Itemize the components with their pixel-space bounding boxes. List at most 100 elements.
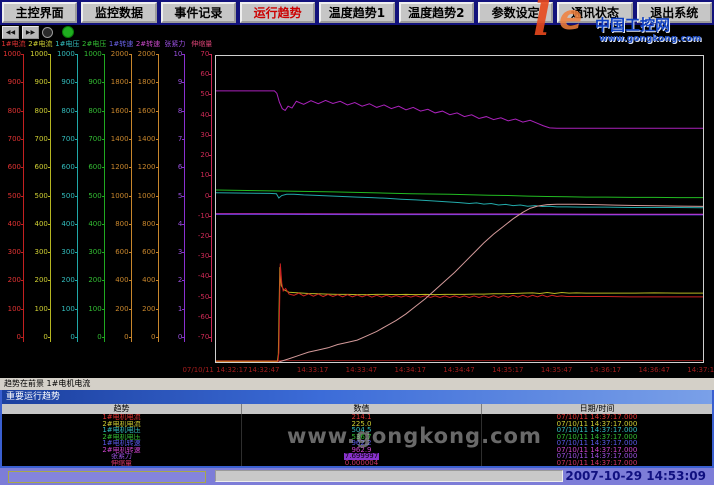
axis-tick-label: 400 — [27, 221, 48, 228]
axis-tick-mark — [21, 309, 24, 310]
axis-tick-mark — [129, 309, 132, 310]
value-axis-3: 2#电压10009008007006005004003002001000 — [81, 38, 108, 370]
axis-tick-mark — [102, 309, 105, 310]
axis-tick-label: 800 — [54, 108, 75, 115]
axis-tick-mark — [21, 224, 24, 225]
axis-tick-label: 500 — [27, 193, 48, 200]
axis-tick-mark — [21, 139, 24, 140]
axis-header: 2#电压 — [81, 39, 108, 49]
value-axis-2: 1#电压10009008007006005004003002001000 — [54, 38, 81, 370]
axis-tick-mark — [129, 111, 132, 112]
time-tick-label: 14:35:47 — [541, 366, 572, 374]
menu-button-5[interactable]: 温度趋势2 — [399, 2, 474, 23]
axis-tick-mark — [129, 139, 132, 140]
axis-tick-mark — [102, 82, 105, 83]
axis-tick-mark — [156, 337, 159, 338]
axis-tick-label: -70 — [188, 334, 209, 341]
axis-tick-mark — [21, 252, 24, 253]
axis-tick-mark — [182, 54, 185, 55]
axis-tick-label: 100 — [0, 306, 21, 313]
axis-tick-label: 1200 — [135, 164, 156, 171]
axis-tick-label: 1 — [161, 306, 182, 313]
axis-tick-mark — [182, 82, 185, 83]
axis-tick-label: 600 — [54, 164, 75, 171]
curve-张紧力 — [216, 91, 703, 128]
time-tick-label: 14:35:17 — [492, 366, 523, 374]
menu-button-7[interactable]: 通讯状态 — [557, 2, 632, 23]
axis-tick-label: 1800 — [135, 79, 156, 86]
axis-tick-label: 100 — [27, 306, 48, 313]
axis-tick-label: 200 — [27, 277, 48, 284]
legend-row-7[interactable]: 伸缩量0.00000407/10/11 14:37:17.000 — [2, 460, 712, 467]
fast-forward-button[interactable]: ▶▶ — [22, 26, 39, 39]
axis-tick-label: 7 — [161, 136, 182, 143]
axis-tick-mark — [75, 167, 78, 168]
axis-tick-label: 300 — [0, 249, 21, 256]
value-axis-5: 2#转速200018001600140012001000800600400200… — [135, 38, 162, 370]
axis-tick-label: 100 — [81, 306, 102, 313]
axis-tick-label: 500 — [0, 193, 21, 200]
axis-tick-label: 0 — [81, 334, 102, 341]
trend-datetime: 07/10/11 14:37:17.000 — [482, 460, 712, 467]
axis-tick-mark — [182, 167, 185, 168]
axis-tick-mark — [75, 224, 78, 225]
axis-tick-mark — [48, 280, 51, 281]
menu-button-4[interactable]: 温度趋势1 — [319, 2, 394, 23]
axis-tick-label: 200 — [108, 306, 129, 313]
axis-tick-label: 1200 — [108, 164, 129, 171]
menu-button-0[interactable]: 主控界面 — [2, 2, 77, 23]
axis-tick-label: 100 — [54, 306, 75, 313]
legend-table-body: 1#电机电流214.107/10/11 14:37:17.0002#电机电流22… — [2, 414, 712, 466]
trend-curves — [216, 56, 703, 362]
rewind-button[interactable]: ◀◀ — [2, 26, 19, 39]
axis-tick-mark — [21, 111, 24, 112]
trend-plot-area[interactable] — [215, 55, 704, 363]
axis-tick-label: 5 — [161, 193, 182, 200]
axis-line — [158, 55, 159, 342]
axis-tick-label: -40 — [188, 273, 209, 280]
axis-tick-mark — [209, 155, 212, 156]
status-bar: 2007-10-29 14:53:09 — [0, 468, 714, 485]
axis-tick-label: 10 — [161, 51, 182, 58]
axis-tick-label: 1000 — [0, 51, 21, 58]
axis-tick-mark — [102, 280, 105, 281]
stopwatch-icon[interactable] — [42, 27, 53, 38]
axis-tick-mark — [48, 337, 51, 338]
axis-tick-label: -60 — [188, 314, 209, 321]
menu-button-8[interactable]: 退出系统 — [637, 2, 712, 23]
axis-tick-label: -10 — [188, 213, 209, 220]
axis-tick-mark — [129, 280, 132, 281]
col-header-value: 数值 — [242, 404, 482, 414]
axis-tick-mark — [75, 111, 78, 112]
axis-tick-mark — [209, 216, 212, 217]
axis-tick-label: -20 — [188, 233, 209, 240]
axis-tick-label: 4 — [161, 221, 182, 228]
axis-tick-label: -30 — [188, 253, 209, 260]
axis-tick-label: 3 — [161, 249, 182, 256]
axis-tick-label: 1000 — [135, 193, 156, 200]
axis-tick-label: 30 — [188, 132, 209, 139]
menu-button-1[interactable]: 监控数据 — [81, 2, 156, 23]
axis-tick-label: 900 — [54, 79, 75, 86]
axis-tick-mark — [75, 252, 78, 253]
axis-tick-label: 60 — [188, 71, 209, 78]
axis-tick-mark — [21, 196, 24, 197]
axis-line — [131, 55, 132, 342]
axis-tick-mark — [156, 224, 159, 225]
axis-tick-mark — [48, 167, 51, 168]
menu-button-2[interactable]: 事件记录 — [161, 2, 236, 23]
axis-tick-mark — [48, 309, 51, 310]
menu-button-3[interactable]: 运行趋势 — [240, 2, 315, 23]
axis-tick-label: 10 — [188, 172, 209, 179]
axis-tick-label: 800 — [0, 108, 21, 115]
axis-tick-mark — [182, 280, 185, 281]
time-axis-labels: 07/10/11 14:32:1714:32:4714:33:1714:33:4… — [0, 366, 714, 376]
axis-tick-mark — [102, 252, 105, 253]
axis-tick-mark — [209, 297, 212, 298]
menu-button-6[interactable]: 参数设定 — [478, 2, 553, 23]
axis-tick-label: 400 — [135, 277, 156, 284]
axis-tick-mark — [75, 196, 78, 197]
time-tick-label: 14:37:17 — [687, 366, 714, 374]
axis-tick-mark — [21, 167, 24, 168]
time-tick-label: 07/10/11 14:32:17 — [182, 366, 247, 374]
